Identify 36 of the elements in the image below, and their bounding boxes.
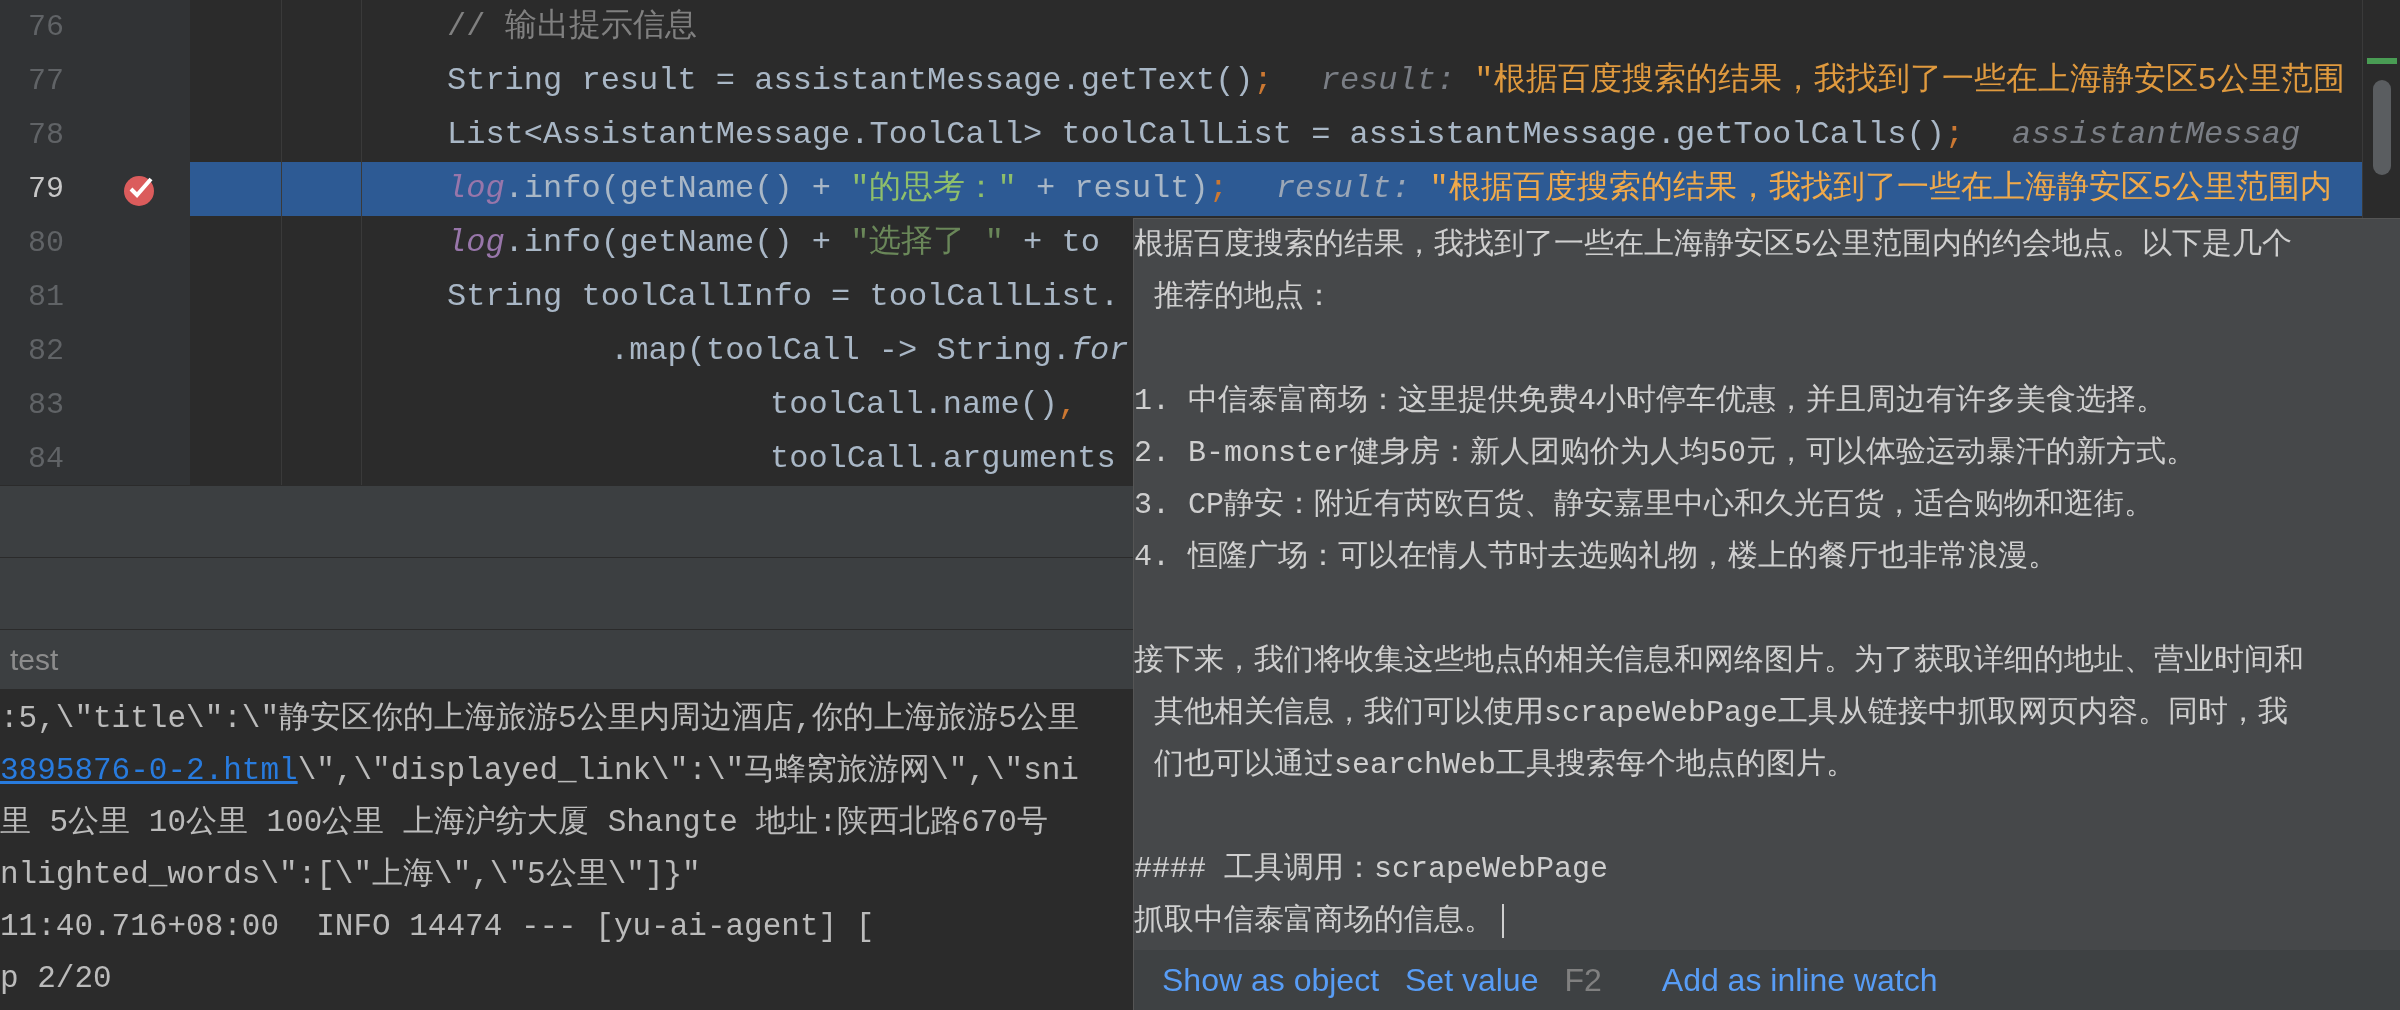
code-line: toolCall.name(),: [770, 385, 1078, 425]
code-line: String toolCallInfo = toolCallList.: [447, 277, 1120, 317]
value-text: #### 工具调用：scrapeWebPage: [1134, 852, 1609, 886]
value-text: 3. CP静安：附近有芮欧百货、静安嘉里中心和久光百货，适合购物和逛街。: [1134, 488, 2154, 522]
value-text: 接下来，我们将收集这些地点的相关信息和网络图片。为了获取详细的地址、营业时间和: [1134, 644, 2304, 678]
code-line: log.info(getName() + "选择了 " + to: [447, 223, 1100, 263]
code-line: .map(toolCall -> String.for: [610, 331, 1129, 371]
console-line: 3895876-0-2.html\",\"displayed_link\":\"马蜂窝旅游网\",\"sni: [0, 753, 1079, 788]
shortcut-hint: F2: [1564, 961, 1602, 1000]
run-tab[interactable]: test: [10, 637, 59, 682]
code-line: toolCall.arguments: [770, 439, 1116, 479]
console-line: :5,\"title\":\"静安区你的上海旅游5公里内周边酒店,你的上海旅游5公里: [0, 701, 1079, 736]
value-text: 们也可以通过searchWeb工具搜索每个地点的图片。: [1154, 748, 1857, 782]
value-text: 推荐的地点：: [1154, 280, 1334, 314]
console-line: nlighted_words\":[\"上海\",\"5公里\"]}": [0, 857, 701, 892]
console-line: 里 5公里 10公里 100公里 上海沪纺大厦 Shangte 地址:陕西北路670号: [0, 805, 1048, 840]
value-text: 根据百度搜索的结果，我找到了一些在上海静安区5公里范围内的约会地点。以下是几个: [1134, 228, 2292, 262]
value-text: 4. 恒隆广场：可以在情人节时去选购礼物，楼上的餐厅也非常浪漫。: [1134, 540, 2058, 574]
code-line: // 输出提示信息: [447, 7, 697, 47]
file-link[interactable]: 3895876-0-2.html: [0, 753, 298, 788]
value-text: 抓取中信泰富商场的信息。: [1134, 904, 1494, 938]
console-line: p 2/20: [0, 961, 112, 996]
line-number: 79: [28, 170, 65, 208]
value-text: 1. 中信泰富商场：这里提供免费4小时停车优惠，并且周边有许多美食选择。: [1134, 384, 2166, 418]
code-line: log.info(getName() + "的思考：" + result); result: "根据百度搜索的结果，我找到了一些在上海静安区5公里范围内: [447, 169, 2332, 209]
change-marker: [2367, 58, 2397, 64]
value-text: 其他相关信息，我们可以使用scrapeWebPage工具从链接中抓取网页内容。同时，我: [1154, 696, 2289, 730]
text-cursor: [1502, 904, 1504, 939]
code-line: String result = assistantMessage.getText(); result: "根据百度搜索的结果，我找到了一些在上海静安区5公里范围: [447, 61, 2345, 101]
scrollbar-thumb[interactable]: [2373, 80, 2391, 175]
action-link[interactable]: Add as inline watch: [1661, 956, 1960, 1004]
value-text: 2. B-monster健身房：新人团购价为人均50元，可以体验运动暴汗的新方式。: [1134, 436, 2197, 470]
action-link[interactable]: Show as object: [1162, 956, 1401, 1004]
action-link[interactable]: Set value: [1405, 956, 1561, 1004]
code-line: List<AssistantMessage.ToolCall> toolCallList = assistantMessage.getToolCalls(); assistantMessag: [447, 115, 2301, 155]
console-line: 11:40.716+08:00 INFO 14474 --- [yu-ai-agent] [: [0, 909, 875, 944]
